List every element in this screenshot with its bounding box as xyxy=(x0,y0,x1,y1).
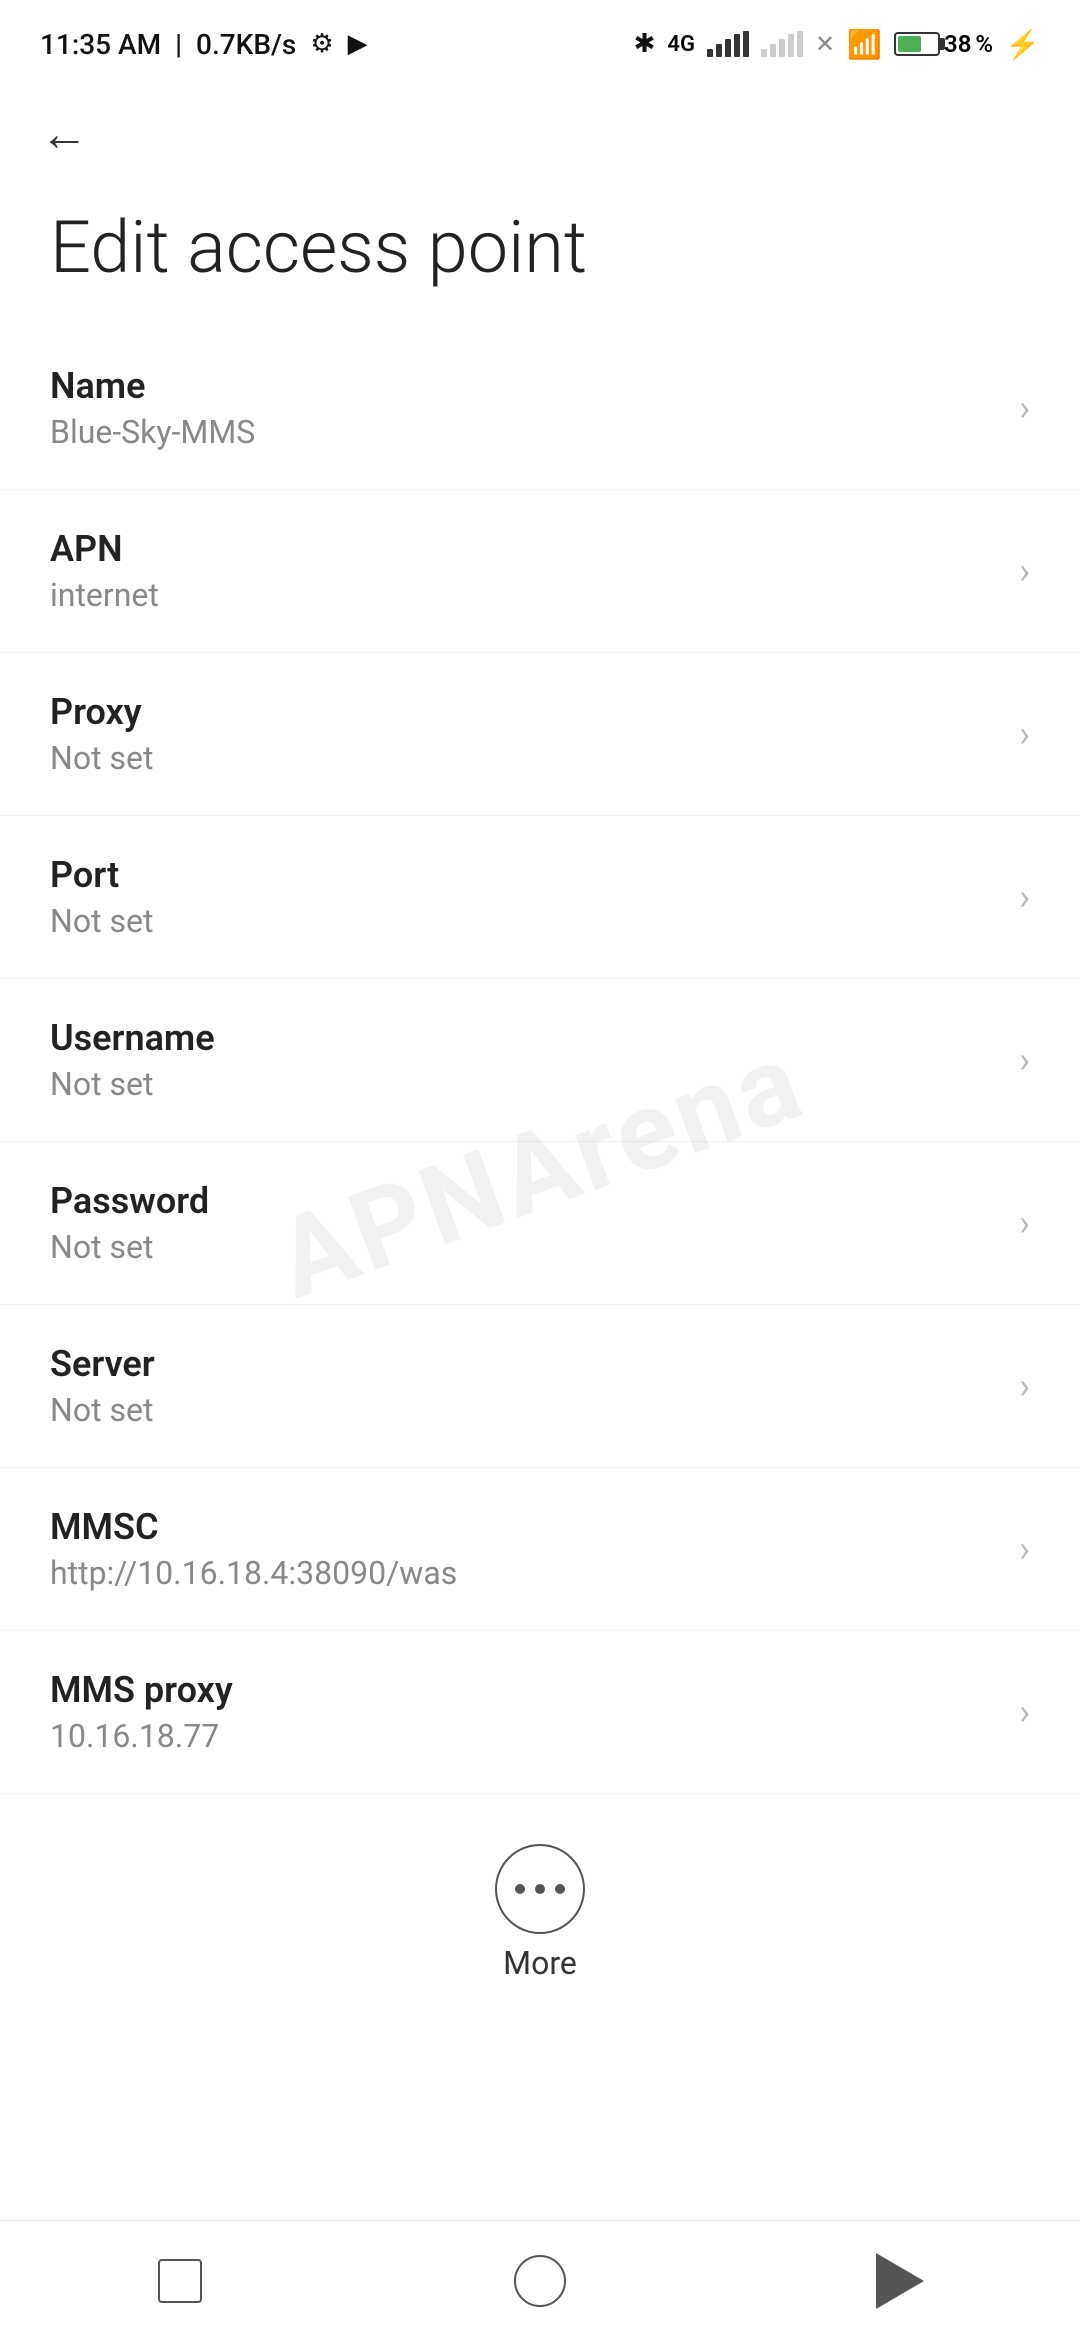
cross-icon: ✕ xyxy=(815,30,835,58)
chevron-icon-password: › xyxy=(1019,1202,1030,1244)
settings-label-proxy: Proxy xyxy=(50,691,999,733)
chevron-icon-mmsc: › xyxy=(1019,1528,1030,1570)
back-nav-button[interactable] xyxy=(860,2241,940,2321)
chevron-icon-username: › xyxy=(1019,1039,1030,1081)
settings-list: Name Blue-Sky-MMS › APN internet › Proxy… xyxy=(0,327,1080,1794)
settings-item-password[interactable]: Password Not set › xyxy=(0,1142,1080,1305)
separator: | xyxy=(175,28,182,61)
settings-item-mms-proxy[interactable]: MMS proxy 10.16.18.77 › xyxy=(0,1631,1080,1794)
time-display: 11:35 AM xyxy=(40,28,161,61)
settings-label-username: Username xyxy=(50,1017,999,1059)
chevron-icon-server: › xyxy=(1019,1365,1030,1407)
dot-1 xyxy=(515,1884,525,1894)
bottom-nav-bar xyxy=(0,2220,1080,2340)
settings-value-port: Not set xyxy=(50,902,999,940)
settings-item-name[interactable]: Name Blue-Sky-MMS › xyxy=(0,327,1080,490)
battery-percent: 38 xyxy=(944,30,971,58)
page-title: Edit access point xyxy=(0,178,1080,327)
settings-item-proxy[interactable]: Proxy Not set › xyxy=(0,653,1080,816)
recent-apps-icon xyxy=(158,2259,202,2303)
home-button[interactable] xyxy=(500,2241,580,2321)
status-bar: 11:35 AM | 0.7KB/s ⚙ ▶ ✱ 4G ✕ 📶 38 xyxy=(0,0,1080,80)
network-4g-label: 4G xyxy=(667,32,695,57)
more-label: More xyxy=(503,1944,577,1982)
dot-2 xyxy=(535,1884,545,1894)
settings-item-mmsc[interactable]: MMSC http://10.16.18.4:38090/was › xyxy=(0,1468,1080,1631)
charging-icon: ⚡ xyxy=(1005,28,1040,61)
settings-value-password: Not set xyxy=(50,1228,999,1266)
signal-bars-2 xyxy=(761,31,803,57)
settings-label-mmsc: MMSC xyxy=(50,1506,999,1548)
chevron-icon-apn: › xyxy=(1019,550,1030,592)
video-icon: ▶ xyxy=(348,29,368,59)
settings-label-name: Name xyxy=(50,365,999,407)
chevron-icon-proxy: › xyxy=(1019,713,1030,755)
settings-value-mms-proxy: 10.16.18.77 xyxy=(50,1717,999,1755)
back-nav-icon xyxy=(876,2253,924,2309)
settings-label-server: Server xyxy=(50,1343,999,1385)
more-button[interactable]: More xyxy=(0,1794,1080,2022)
more-circle-icon xyxy=(495,1844,585,1934)
recent-apps-button[interactable] xyxy=(140,2241,220,2321)
settings-label-port: Port xyxy=(50,854,999,896)
settings-label-apn: APN xyxy=(50,528,999,570)
settings-label-mms-proxy: MMS proxy xyxy=(50,1669,999,1711)
settings-item-server[interactable]: Server Not set › xyxy=(0,1305,1080,1468)
speed-display: 0.7KB/s xyxy=(196,28,296,61)
settings-value-proxy: Not set xyxy=(50,739,999,777)
settings-value-name: Blue-Sky-MMS xyxy=(50,413,999,451)
settings-icon: ⚙ xyxy=(310,29,333,59)
back-button[interactable]: ← xyxy=(40,105,88,162)
settings-value-mmsc: http://10.16.18.4:38090/was xyxy=(50,1554,999,1592)
settings-item-port[interactable]: Port Not set › xyxy=(0,816,1080,979)
wifi-icon: 📶 xyxy=(847,28,882,61)
battery-block: 38 % xyxy=(894,30,993,58)
settings-value-server: Not set xyxy=(50,1391,999,1429)
settings-value-username: Not set xyxy=(50,1065,999,1103)
dot-3 xyxy=(555,1884,565,1894)
bluetooth-icon: ✱ xyxy=(634,29,656,59)
top-nav: ← xyxy=(0,80,1080,178)
settings-item-apn[interactable]: APN internet › xyxy=(0,490,1080,653)
status-left: 11:35 AM | 0.7KB/s ⚙ ▶ xyxy=(40,28,368,61)
chevron-icon-port: › xyxy=(1019,876,1030,918)
settings-label-password: Password xyxy=(50,1180,999,1222)
settings-value-apn: internet xyxy=(50,576,999,614)
settings-item-username[interactable]: Username Not set › xyxy=(0,979,1080,1142)
chevron-icon-mms-proxy: › xyxy=(1019,1691,1030,1733)
chevron-icon-name: › xyxy=(1019,387,1030,429)
status-right: ✱ 4G ✕ 📶 38 % ⚡ xyxy=(634,28,1040,61)
home-icon xyxy=(514,2255,566,2307)
signal-bars-1 xyxy=(707,31,749,57)
